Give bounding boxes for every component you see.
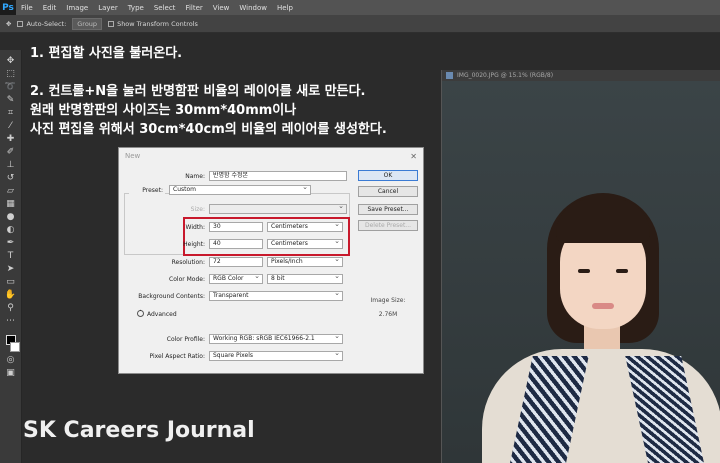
resolution-label: Resolution: (171, 259, 205, 266)
path-select-icon[interactable]: ➤ (5, 264, 17, 274)
width-label: Width: (185, 224, 205, 231)
instruction-step-2-line-2: 원래 반명함판의 사이즈는 30mm*40mm이나 (30, 103, 297, 118)
toolbox: ✥ ⬚ ➰ ✎ ⌗ ⁄ ✚ ✐ ⊥ ↺ ▱ ▦ ● ◐ ✒ T ➤ ▭ ✋ ⚲ … (0, 50, 22, 463)
bit-depth-dropdown[interactable]: 8 bit (267, 272, 343, 284)
document-tab-title: IMG_0020.JPG @ 15.1% (RGB/8) (457, 72, 554, 79)
marquee-icon[interactable]: ⬚ (5, 69, 17, 79)
type-icon[interactable]: T (5, 251, 17, 261)
pen-icon[interactable]: ✒ (5, 238, 17, 248)
pixel-aspect-ratio-dropdown[interactable]: Square Pixels (209, 349, 343, 361)
resolution-input[interactable]: 72 (209, 257, 263, 267)
color-mode-label: Color Mode: (169, 276, 205, 283)
menu-layer[interactable]: Layer (93, 4, 123, 12)
ok-button[interactable]: OK (358, 170, 418, 181)
menu-view[interactable]: View (208, 4, 235, 12)
photo-bangs (556, 199, 650, 243)
screen-mode-icon[interactable]: ▣ (5, 368, 17, 378)
height-input[interactable]: 40 (209, 239, 263, 249)
auto-select-label: Auto-Select: (26, 19, 67, 28)
save-preset-button[interactable]: Save Preset... (358, 204, 418, 215)
dodge-icon[interactable]: ◐ (5, 225, 17, 235)
background-contents-dropdown[interactable]: Transparent (209, 289, 343, 301)
name-input[interactable]: 반명함 수정본 (209, 171, 347, 181)
auto-select-checkbox[interactable]: Auto-Select: (17, 20, 66, 28)
instruction-step-2-line-3: 사진 편집을 위해서 30cm*40cm의 비율의 레이어를 생성한다. (30, 122, 387, 137)
width-input[interactable]: 30 (209, 222, 263, 232)
color-profile-label: Color Profile: (166, 336, 205, 343)
document-tab[interactable]: IMG_0020.JPG @ 15.1% (RGB/8) (442, 70, 720, 81)
document-window: IMG_0020.JPG @ 15.1% (RGB/8) (441, 70, 720, 463)
menu-window[interactable]: Window (234, 4, 272, 12)
instruction-step-2-line-1: 2. 컨트롤+N을 눌러 반명함판 비율의 레이어를 새로 만든다. (30, 84, 366, 99)
watermark: SK Careers Journal (23, 418, 255, 443)
move-tool-icon[interactable]: ✥ (6, 20, 11, 28)
size-label: Size: (190, 206, 205, 213)
auto-select-dropdown[interactable]: Group (72, 17, 103, 30)
preset-dropdown[interactable]: Custom (169, 183, 311, 195)
show-transform-checkbox[interactable]: Show Transform Controls (108, 20, 198, 28)
crop-icon[interactable]: ⌗ (5, 108, 17, 118)
advanced-label[interactable]: Advanced (147, 311, 177, 318)
menu-help[interactable]: Help (272, 4, 298, 12)
advanced-toggle-icon[interactable]: ˄ (137, 310, 144, 317)
width-unit-dropdown[interactable]: Centimeters (267, 220, 343, 232)
height-unit-dropdown[interactable]: Centimeters (267, 237, 343, 249)
menu-bar: Ps File Edit Image Layer Type Select Fil… (0, 0, 720, 15)
background-contents-label: Background Contents: (138, 293, 205, 300)
menu-edit[interactable]: Edit (38, 4, 62, 12)
name-label: Name: (185, 173, 205, 180)
healing-brush-icon[interactable]: ✚ (5, 134, 17, 144)
photo-lips (592, 303, 614, 309)
image-size-value: 2.76M (378, 311, 398, 318)
options-bar: ✥ Auto-Select: Group Show Transform Cont… (0, 15, 720, 33)
instruction-step-2: 2. 컨트롤+N을 눌러 반명함판 비율의 레이어를 새로 만든다. 원래 반명… (30, 82, 387, 139)
quick-select-icon[interactable]: ✎ (5, 95, 17, 105)
photoshop-logo: Ps (0, 0, 16, 15)
dialog-titlebar: New ✕ (119, 148, 423, 164)
photo-eye-left (578, 269, 590, 273)
move-icon[interactable]: ✥ (5, 56, 17, 66)
menu-select[interactable]: Select (149, 4, 181, 12)
delete-preset-button: Delete Preset... (358, 220, 418, 231)
dialog-title: New (125, 152, 141, 160)
document-icon (446, 72, 453, 79)
quick-mask-icon[interactable]: ◎ (5, 355, 17, 365)
lasso-icon[interactable]: ➰ (5, 82, 17, 92)
cancel-button[interactable]: Cancel (358, 186, 418, 197)
menu-filter[interactable]: Filter (180, 4, 207, 12)
photo-eye-right (616, 269, 628, 273)
hand-icon[interactable]: ✋ (5, 290, 17, 300)
size-dropdown (209, 202, 347, 214)
clone-stamp-icon[interactable]: ⊥ (5, 160, 17, 170)
image-size-label: Image Size: (370, 297, 406, 304)
menu-image[interactable]: Image (61, 4, 93, 12)
portrait-photo (442, 81, 720, 463)
resolution-unit-dropdown[interactable]: Pixels/Inch (267, 255, 343, 267)
eraser-icon[interactable]: ▱ (5, 186, 17, 196)
color-mode-dropdown[interactable]: RGB Color (209, 272, 263, 284)
gradient-icon[interactable]: ▦ (5, 199, 17, 209)
color-profile-dropdown[interactable]: Working RGB: sRGB IEC61966-2.1 (209, 332, 343, 344)
shape-icon[interactable]: ▭ (5, 277, 17, 287)
blur-icon[interactable]: ● (5, 212, 17, 222)
zoom-icon[interactable]: ⚲ (5, 303, 17, 313)
menu-type[interactable]: Type (123, 4, 149, 12)
background-color-swatch[interactable] (9, 342, 20, 352)
menu-file[interactable]: File (16, 4, 38, 12)
new-document-dialog: New ✕ Name: 반명함 수정본 Preset: Custom Size:… (118, 147, 424, 374)
pixel-aspect-ratio-label: Pixel Aspect Ratio: (149, 353, 206, 360)
history-brush-icon[interactable]: ↺ (5, 173, 17, 183)
brush-icon[interactable]: ✐ (5, 147, 17, 157)
preset-label: Preset: (129, 187, 165, 194)
show-transform-label: Show Transform Controls (117, 19, 198, 28)
more-tools-icon[interactable]: ⋯ (5, 316, 17, 326)
instruction-step-1: 1. 편집할 사진을 불러온다. (30, 46, 183, 61)
height-label: Height: (183, 241, 205, 248)
eyedropper-icon[interactable]: ⁄ (5, 121, 17, 131)
close-icon[interactable]: ✕ (410, 152, 417, 161)
